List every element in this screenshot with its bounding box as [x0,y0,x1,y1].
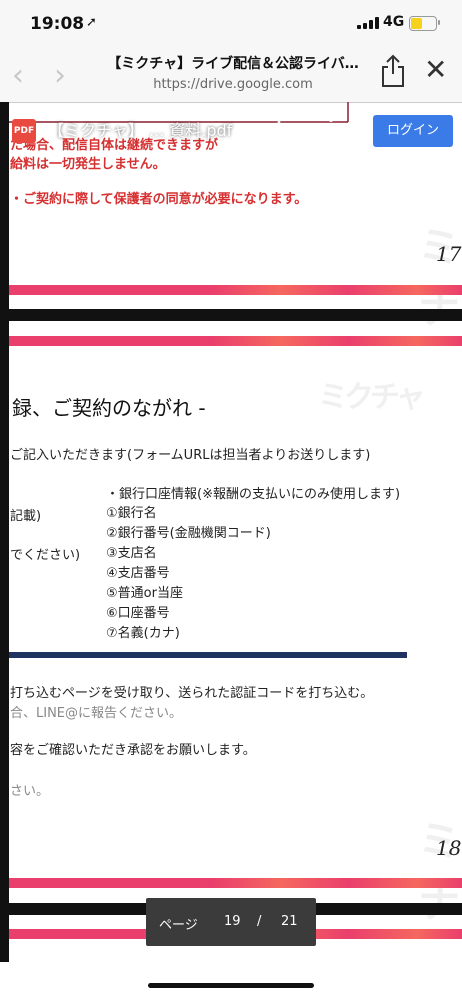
page-separator [9,309,462,321]
body-text: 記載) [10,509,42,524]
bank-info-title: ・銀行口座情報(※報酬の支払いにのみ使用します) [106,487,401,502]
current-page: 19 [224,914,241,929]
body-text: ご記入いただきます(フォームURLは担当者よりお送りします) [10,448,371,463]
more-options-icon[interactable] [328,116,334,140]
share-icon[interactable] [380,54,406,88]
list-item: ②銀行番号(金融機関コード) [106,526,271,541]
page-indicator: ページ 19 / 21 [146,898,316,946]
warning-text: ・ご契約に際して保護者の同意が必要になります。 [10,192,308,207]
page-separator-slash: / [257,914,262,929]
page-number: 18 [436,836,462,860]
watermark-logo: ミクチャ [318,380,426,415]
home-indicator[interactable] [148,983,314,988]
page-footer-band [9,285,462,295]
section-divider [9,652,407,658]
chevron-right-icon[interactable]: › [54,58,66,93]
body-text: 打ち込むページを受け取り、送られた認証コードを打ち込む。 [10,686,374,701]
body-text: さい。 [10,784,50,799]
page-label: ページ [159,918,198,933]
battery-tip [438,20,440,25]
battery-icon [409,16,437,31]
list-item: ①銀行名 [106,506,157,521]
download-icon[interactable] [268,116,290,140]
list-item: ⑥口座番号 [106,606,170,621]
status-bar: 19:08 ➚ 4G [0,0,462,44]
scroll-edge [0,102,9,962]
network-type: 4G [383,14,405,30]
page-header-band [9,336,462,346]
body-text: 容をご確認いただき承認をお願いします。 [10,743,256,758]
location-arrow-icon: ➚ [86,15,97,30]
login-button[interactable]: ログイン [373,115,453,147]
list-item: ④支店番号 [106,566,170,581]
body-text: 合、LINE@に報告ください。 [10,706,183,721]
page-footer-band [9,878,462,888]
chevron-left-icon[interactable]: ‹ [12,58,24,93]
pdf-file-name: 【ミクチャ】 ... 資料.pdf [48,121,233,140]
warning-text: 給料は一切発生しません。 [10,157,166,172]
page-url[interactable]: https://drive.google.com [98,77,368,92]
total-pages: 21 [281,914,298,929]
pdf-viewer[interactable]: た場合、配信自体は継続できますが 給料は一切発生しません。 ・ご契約に際して保護… [0,102,462,962]
signal-strength-icon [357,17,379,29]
body-text: でください) [10,548,81,563]
browser-toolbar: ‹ › 【ミクチャ】ライブ配信＆公認ライバ… https://drive.goo… [0,44,462,102]
page-number: 17 [436,242,462,266]
list-item: ⑦名義(カナ) [106,626,180,641]
section-heading: 録、ご契約のながれ - [12,396,206,420]
list-item: ⑤普通or当座 [106,586,183,601]
list-item: ③支店名 [106,546,157,561]
close-icon[interactable]: ✕ [424,56,447,84]
page-title: 【ミクチャ】ライブ配信＆公認ライバ… [107,56,359,72]
pdf-file-icon: PDF [12,119,36,143]
status-time: 19:08 [30,14,85,34]
